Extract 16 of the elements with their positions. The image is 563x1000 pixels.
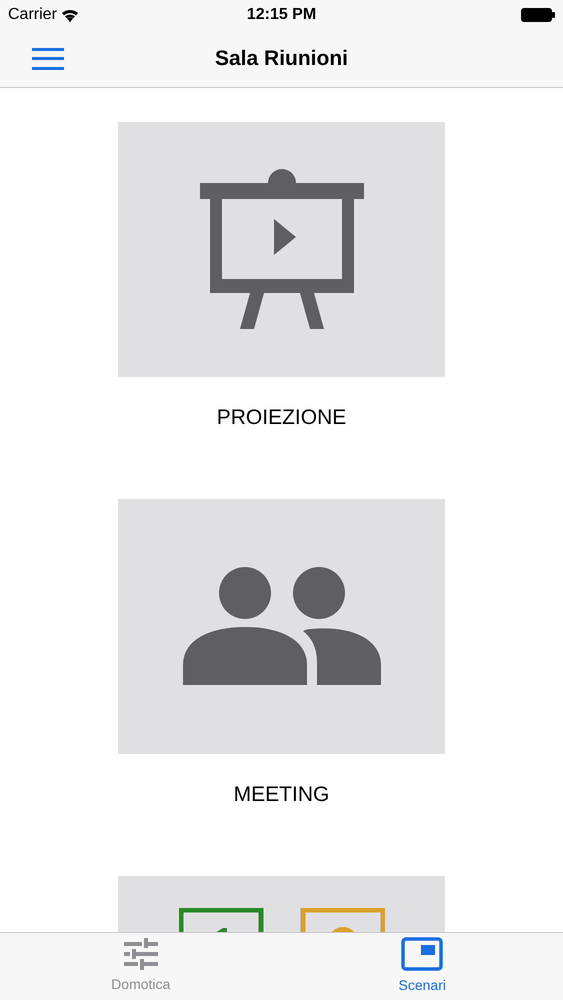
battery-icon [521, 8, 555, 22]
menu-button[interactable] [32, 48, 64, 70]
scene-card[interactable] [118, 122, 445, 377]
tab-button[interactable]: Scenari [282, 933, 563, 1000]
scene-card[interactable] [118, 499, 445, 754]
scene-label: MEETING [234, 782, 330, 808]
tab-button[interactable]: Domotica [0, 933, 282, 1000]
scene-label: PROIEZIONE [216, 405, 346, 431]
status-time: 12:15 PM [246, 5, 316, 25]
projector-screen-icon [200, 168, 364, 330]
wifi-icon [60, 8, 79, 22]
carrier-name: Carrier [8, 5, 57, 25]
sliders-icon [124, 938, 158, 970]
screen-icon [401, 937, 444, 971]
people-icon [182, 566, 380, 686]
nav-title: Sala Riunioni [215, 46, 348, 72]
